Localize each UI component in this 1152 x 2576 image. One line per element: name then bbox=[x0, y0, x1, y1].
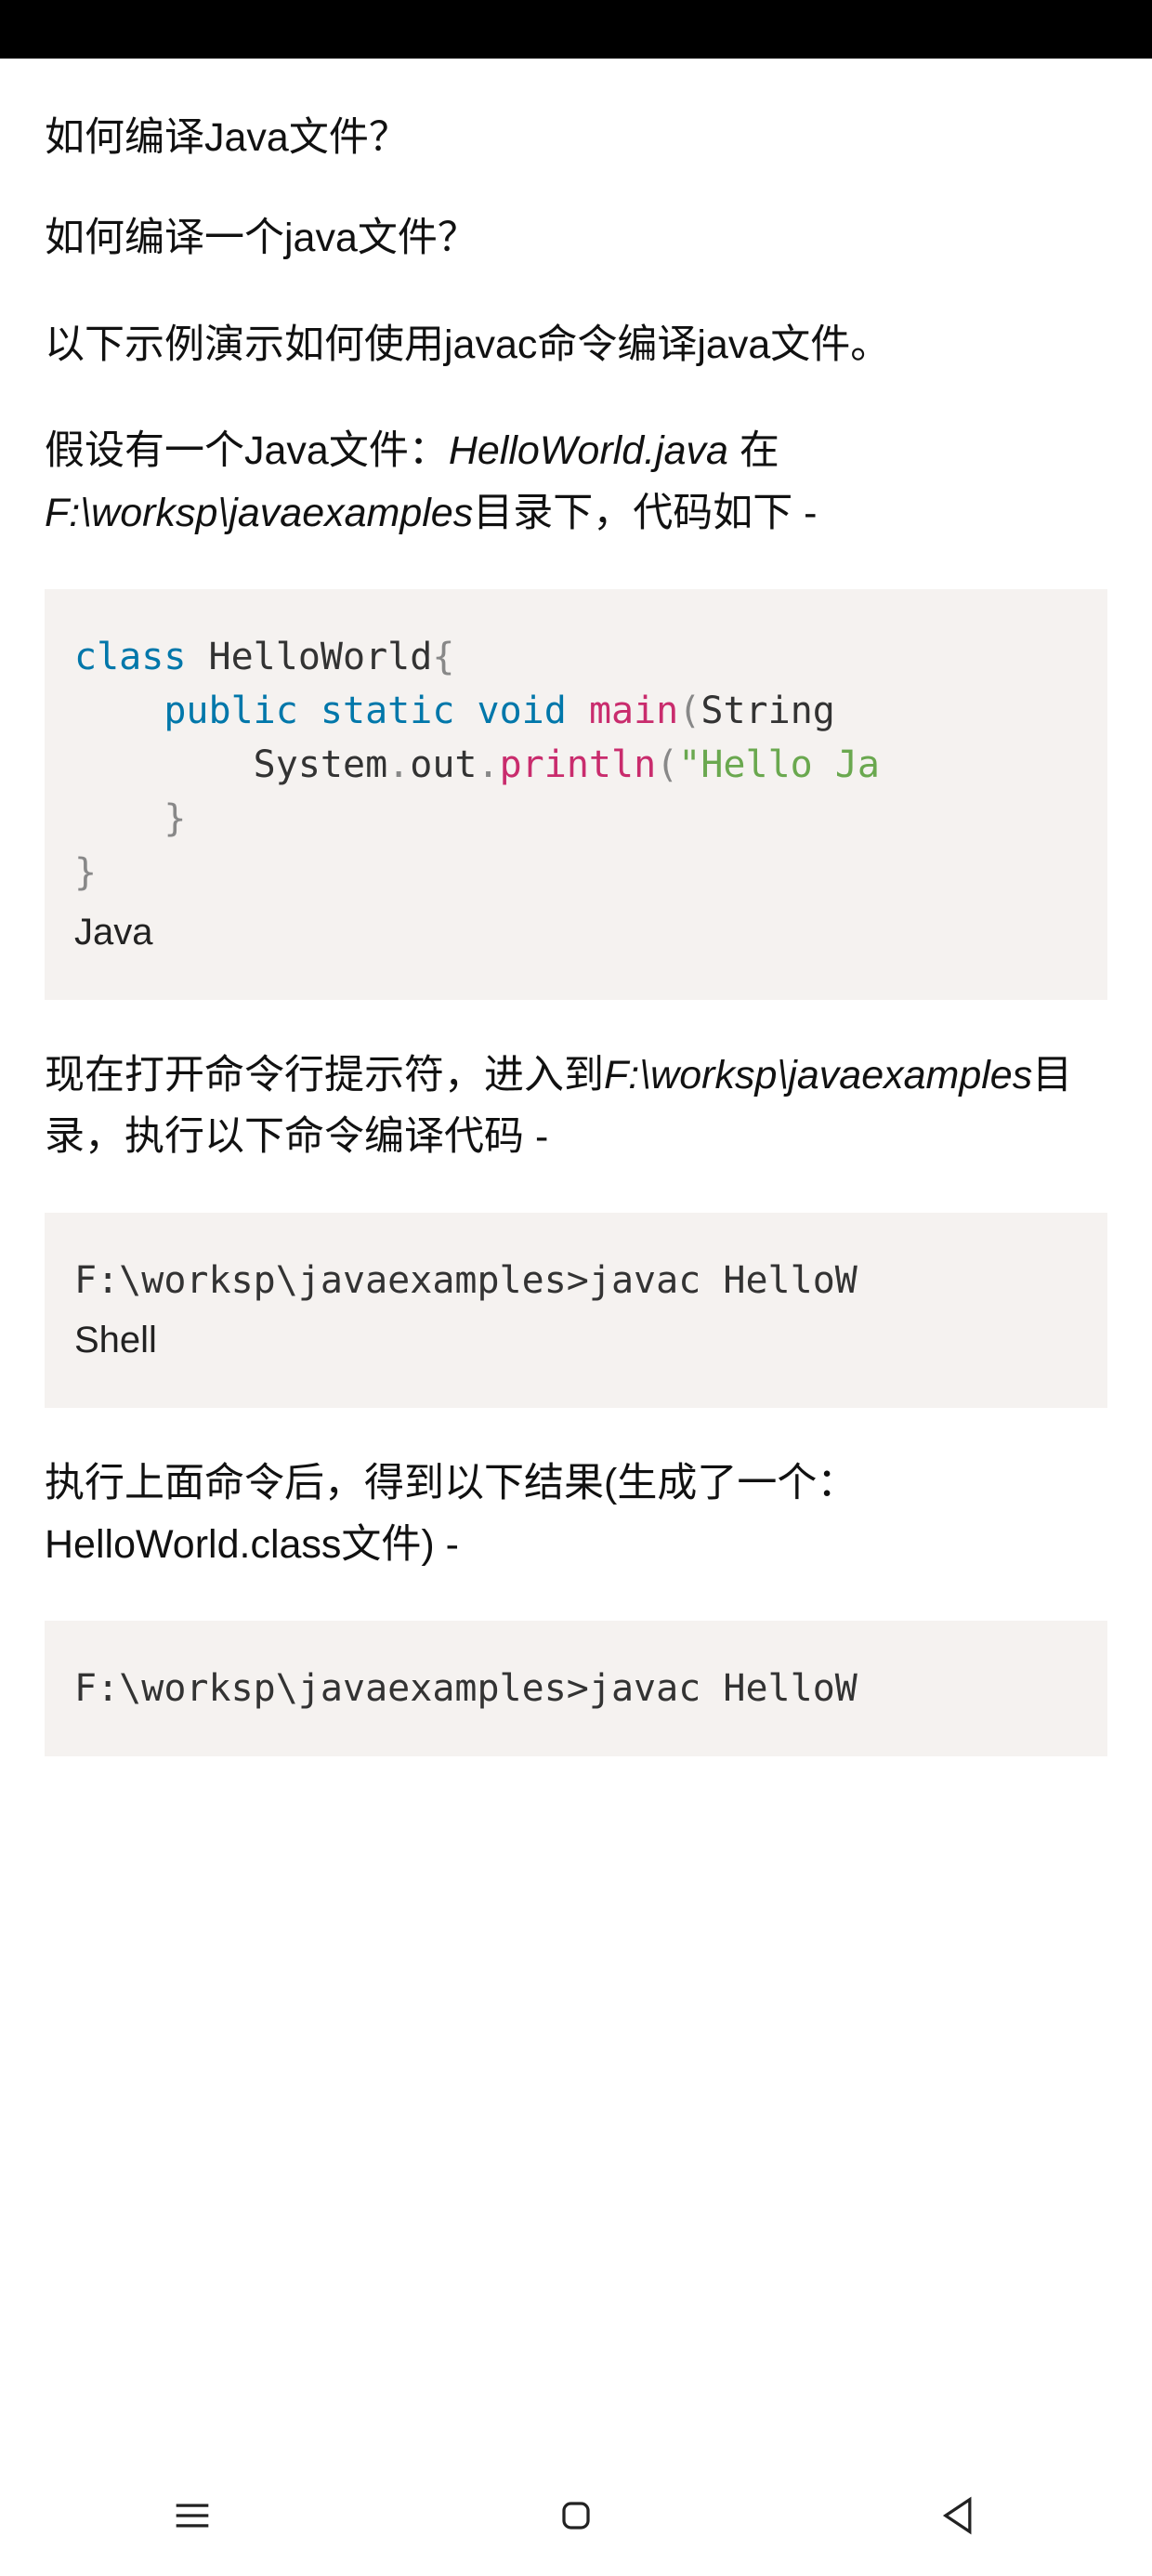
nav-back-button[interactable] bbox=[932, 2488, 988, 2543]
status-bar bbox=[0, 0, 1152, 59]
article-content: 如何编译Java文件？ 如何编译一个java文件？ 以下示例演示如何使用java… bbox=[0, 59, 1152, 1940]
page-title: 如何编译Java文件？ bbox=[45, 105, 1107, 163]
result-para: 执行上面命令后，得到以下结果(生成了一个：HelloWorld.class文件)… bbox=[45, 1452, 1107, 1576]
brace-open: { bbox=[432, 636, 454, 678]
kw-void: void bbox=[478, 690, 567, 732]
kw-public: public bbox=[164, 690, 298, 732]
nav-recent-button[interactable] bbox=[164, 2488, 220, 2543]
paren-open: ( bbox=[656, 743, 678, 786]
code-lang-label: Shell bbox=[74, 1313, 1078, 1367]
sys: System bbox=[254, 743, 388, 786]
text: 现在打开命令行提示符，进入到 bbox=[45, 1053, 604, 1097]
fn-println: println bbox=[500, 743, 657, 786]
kw-class: class bbox=[74, 636, 186, 678]
classname: HelloWorld bbox=[186, 636, 432, 678]
brace-close: } bbox=[164, 797, 186, 840]
string-literal: "Hello Ja bbox=[678, 743, 880, 786]
paren-open: ( bbox=[678, 690, 700, 732]
brace-close: } bbox=[74, 851, 97, 894]
fn-main: main bbox=[589, 690, 678, 732]
code-block-java: class HelloWorld{ public static void mai… bbox=[45, 589, 1107, 1000]
out: out bbox=[410, 743, 477, 786]
code-block-result: F:\worksp\javaexamples>javac HelloW bbox=[45, 1621, 1107, 1756]
nav-home-button[interactable] bbox=[548, 2488, 604, 2543]
intro-question: 如何编译一个java文件？ bbox=[45, 207, 1107, 269]
dirpath: F:\worksp\javaexamples bbox=[45, 491, 473, 535]
kw-static: static bbox=[321, 690, 455, 732]
dot: . bbox=[387, 743, 410, 786]
assume-para: 假设有一个Java文件：HelloWorld.java 在 F:\worksp\… bbox=[45, 420, 1107, 544]
android-nav-bar bbox=[0, 2455, 1152, 2576]
text: 在 bbox=[728, 428, 779, 473]
text: 目录下，代码如下 - bbox=[473, 491, 817, 535]
shell-line: F:\worksp\javaexamples>javac HelloW bbox=[74, 1667, 857, 1710]
code-lang-label: Java bbox=[74, 905, 1078, 959]
text: 假设有一个Java文件： bbox=[45, 428, 449, 473]
dot: . bbox=[478, 743, 500, 786]
arg-type: String bbox=[700, 690, 857, 732]
cmd-para: 现在打开命令行提示符，进入到F:\worksp\javaexamples目录，执… bbox=[45, 1045, 1107, 1168]
shell-line: F:\worksp\javaexamples>javac HelloW bbox=[74, 1259, 857, 1302]
filename: HelloWorld.java bbox=[449, 428, 728, 473]
intro-desc: 以下示例演示如何使用javac命令编译java文件。 bbox=[45, 314, 1107, 376]
dirpath: F:\worksp\javaexamples bbox=[604, 1053, 1032, 1097]
code-block-shell: F:\worksp\javaexamples>javac HelloW Shel… bbox=[45, 1213, 1107, 1408]
